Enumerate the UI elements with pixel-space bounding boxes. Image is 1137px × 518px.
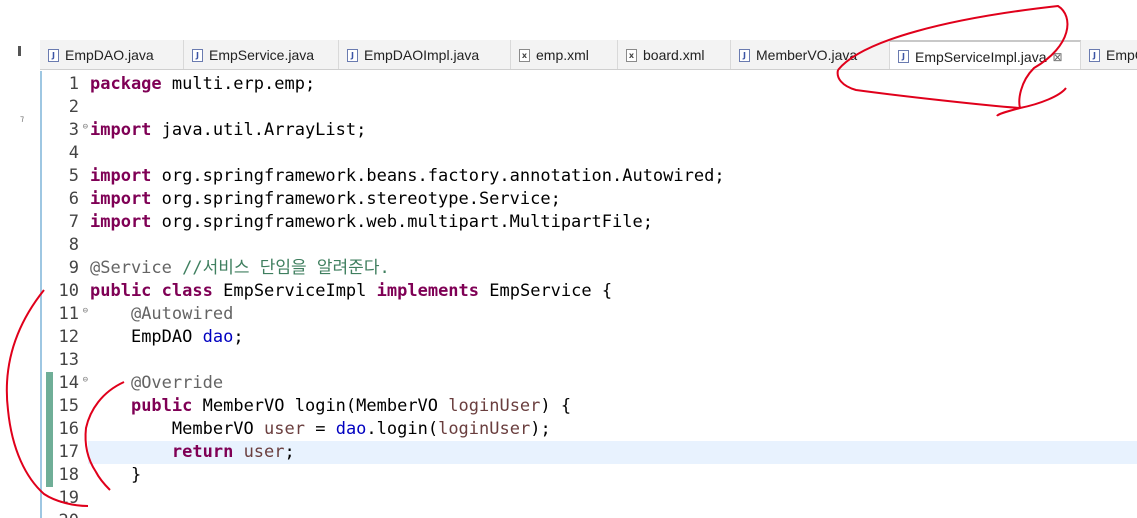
java-file-icon: J (48, 48, 59, 62)
toolbar-separator (18, 46, 21, 56)
tab-emp-xml[interactable]: x emp.xml (511, 40, 618, 69)
tab-empservice-java[interactable]: J EmpService.java (184, 40, 339, 69)
tab-label: EmpDAOImpl.java (364, 47, 480, 63)
tab-membervo-java[interactable]: J MemberVO.java (731, 40, 890, 69)
line-number: 3 ⊖ (42, 119, 88, 142)
line-number: 17 (42, 441, 88, 464)
java-file-icon: J (347, 48, 358, 62)
code-line: } (130, 465, 142, 485)
java-file-icon: J (898, 50, 909, 63)
line-number: 15 (42, 395, 88, 418)
code-line: import java.util.ArrayList; (90, 120, 367, 140)
code-line: import org.springframework.stereotype.Se… (90, 189, 561, 209)
line-number: 9 (68, 258, 79, 278)
code-line: return user; (171, 442, 295, 462)
line-number: 8 (68, 235, 79, 255)
change-marker (46, 395, 53, 418)
tab-label: emp.xml (536, 47, 589, 63)
code-line: @Autowired (130, 304, 234, 324)
line-number: 7 (68, 212, 79, 232)
java-file-icon: J (192, 48, 203, 62)
line-number: 6 (68, 189, 79, 209)
xml-file-icon: x (519, 48, 530, 62)
tab-board-xml[interactable]: x board.xml (618, 40, 731, 69)
line-number: 12 (58, 327, 79, 347)
code-text-area[interactable]: package multi.erp.emp; import java.util.… (88, 71, 1137, 518)
window-top-area (0, 0, 1137, 40)
line-number: 16 (42, 418, 88, 441)
line-number-gutter: 1 2 3 ⊖ 4 5 6 7 8 9 10 11 ⊖ 12 13 14 ⊖ 15 1… (42, 71, 88, 518)
xml-file-icon: x (626, 48, 637, 62)
tab-label: EmpC (1106, 47, 1137, 63)
line-number: 5 (68, 166, 79, 186)
change-marker (46, 441, 53, 464)
tab-empdao-java[interactable]: J EmpDAO.java (40, 40, 184, 69)
line-number: 18 (42, 464, 88, 487)
line-number: 20 (42, 510, 88, 518)
code-line: public MemberVO login(MemberVO loginUser… (130, 396, 572, 416)
code-line: public class EmpServiceImpl implements E… (90, 281, 613, 301)
toolbar-overflow-icon[interactable]: ⁊ (20, 114, 24, 123)
code-line: MemberVO user = dao.login(loginUser); (171, 419, 551, 439)
tab-label: EmpService.java (209, 47, 315, 63)
code-line: import org.springframework.beans.factory… (90, 166, 725, 186)
line-number: 1 (68, 74, 79, 94)
code-line: package multi.erp.emp; (90, 74, 316, 94)
change-marker (46, 418, 53, 441)
editor-tab-bar: J EmpDAO.java J EmpService.java J EmpDAO… (40, 40, 1137, 70)
close-tab-icon[interactable]: ⊠ (1053, 50, 1063, 64)
tab-label: EmpServiceImpl.java (915, 48, 1047, 65)
line-number: 14 ⊖ (42, 372, 88, 395)
line-number: 10 (58, 281, 79, 301)
tab-label: EmpDAO.java (65, 47, 154, 63)
java-file-icon: J (739, 48, 750, 62)
left-toolbar-strip: ⁊ (0, 40, 40, 518)
code-line: @Override (130, 373, 224, 393)
line-number: 4 (68, 143, 79, 163)
line-number: 11 ⊖ (42, 303, 88, 326)
java-file-icon: J (1089, 48, 1100, 62)
code-editor[interactable]: 1 2 3 ⊖ 4 5 6 7 8 9 10 11 ⊖ 12 13 14 ⊖ 15 1… (40, 71, 1137, 518)
tab-label: MemberVO.java (756, 47, 858, 63)
change-marker (46, 464, 53, 487)
code-line: @Service //서비스 단임을 알려준다. (90, 258, 390, 278)
tab-label: board.xml (643, 47, 705, 63)
change-marker (46, 372, 53, 395)
tab-empdaoimpl-java[interactable]: J EmpDAOImpl.java (339, 40, 511, 69)
line-number: 19 (58, 488, 79, 508)
code-line: import org.springframework.web.multipart… (90, 212, 653, 232)
code-line: EmpDAO dao; (130, 327, 244, 347)
line-number: 13 (58, 350, 79, 370)
tab-empc-java[interactable]: J EmpC (1081, 40, 1137, 69)
tab-empserviceimpl-java[interactable]: J EmpServiceImpl.java ⊠ (890, 40, 1081, 69)
line-number: 2 (68, 97, 79, 117)
